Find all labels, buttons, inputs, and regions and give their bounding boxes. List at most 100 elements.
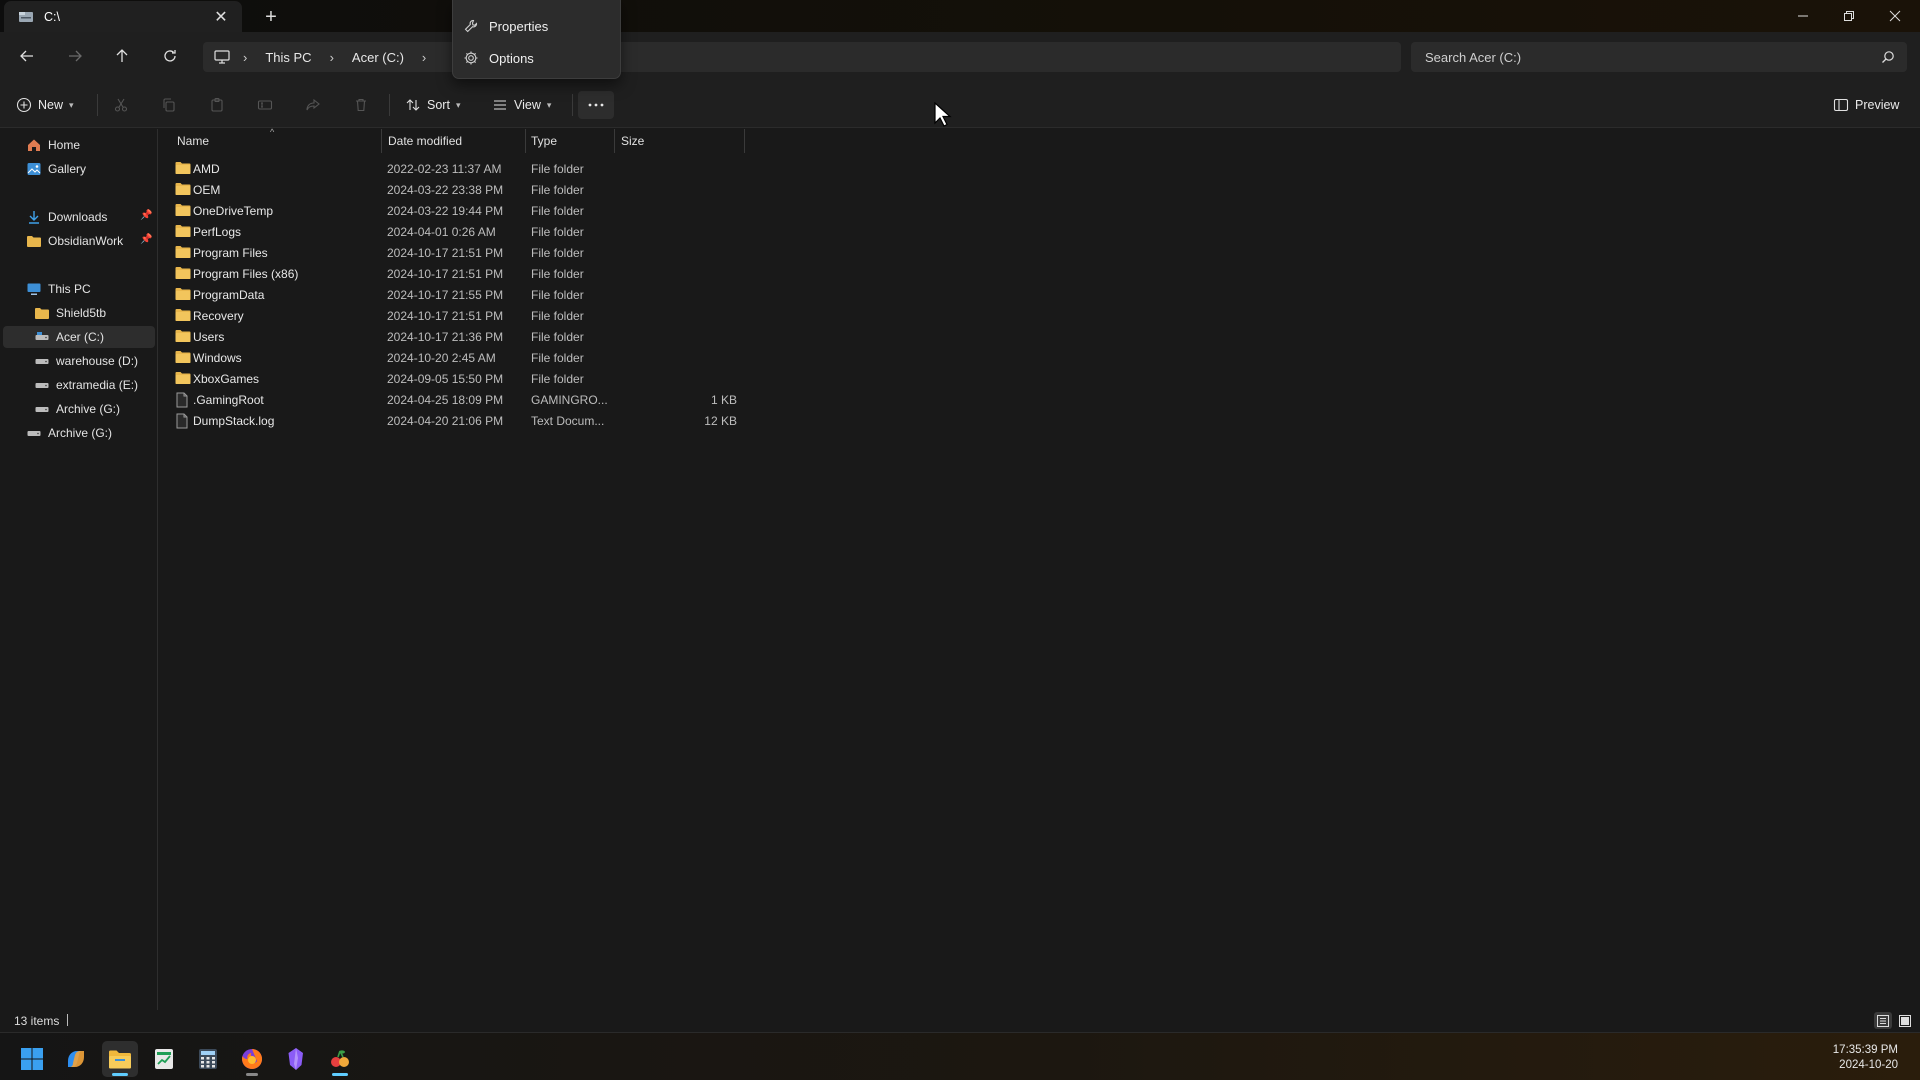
file-date-modified: 2024-10-17 21:55 PM bbox=[387, 288, 504, 302]
file-row[interactable]: DumpStack.log 2024-04-20 21:06 PM Text Doc… bbox=[173, 410, 903, 431]
chevron-down-icon: ▾ bbox=[69, 99, 74, 110]
folder-icon bbox=[175, 161, 191, 175]
see-more-button[interactable] bbox=[578, 91, 614, 119]
file-icon bbox=[175, 392, 189, 408]
close-tab-icon[interactable]: ✕ bbox=[208, 4, 234, 30]
pin-icon[interactable]: 📌 bbox=[140, 210, 152, 221]
column-divider[interactable] bbox=[744, 129, 745, 153]
cut-icon[interactable] bbox=[113, 91, 129, 119]
fruit-app-icon[interactable] bbox=[322, 1041, 358, 1077]
sidebar-item-home[interactable]: Home bbox=[26, 134, 80, 156]
refresh-icon[interactable] bbox=[155, 42, 185, 70]
file-row[interactable]: Windows 2024-10-20 2:45 AM File folder bbox=[173, 347, 903, 368]
delete-icon[interactable] bbox=[353, 91, 369, 119]
drive-icon bbox=[34, 353, 50, 369]
file-type: Text Docum... bbox=[531, 414, 605, 428]
new-button[interactable]: New ▾ bbox=[16, 91, 74, 119]
chevron-right-icon[interactable]: › bbox=[243, 50, 247, 65]
file-row[interactable]: Users 2024-10-17 21:36 PM File folder bbox=[173, 326, 903, 347]
calculator-icon[interactable] bbox=[190, 1041, 226, 1077]
file-name: XboxGames bbox=[193, 372, 260, 386]
file-row[interactable]: OneDriveTemp 2024-03-22 19:44 PM File fold… bbox=[173, 200, 903, 221]
sidebar-item-downloads[interactable]: Downloads bbox=[26, 206, 107, 228]
minimize-icon[interactable] bbox=[1780, 0, 1826, 32]
file-row[interactable]: Recovery 2024-10-17 21:51 PM File folder bbox=[173, 305, 903, 326]
restore-icon[interactable] bbox=[1826, 0, 1872, 32]
new-tab-button[interactable]: + bbox=[258, 4, 284, 30]
menu-item-properties[interactable]: Properties bbox=[463, 12, 548, 40]
file-date-modified: 2022-02-23 11:37 AM bbox=[387, 162, 502, 176]
menu-item-options[interactable]: Options bbox=[463, 44, 534, 72]
file-type: File folder bbox=[531, 246, 584, 260]
file-type: File folder bbox=[531, 267, 584, 281]
copilot-icon[interactable] bbox=[58, 1041, 94, 1077]
file-name: Recovery bbox=[193, 309, 244, 323]
tab-c-drive[interactable]: C:\ ✕ bbox=[4, 1, 242, 32]
back-arrow-icon[interactable] bbox=[12, 42, 42, 70]
view-button[interactable]: View ▾ bbox=[492, 91, 551, 119]
copy-icon[interactable] bbox=[161, 91, 177, 119]
sidebar-item-archive-g-root[interactable]: Archive (G:) bbox=[26, 422, 112, 444]
file-row[interactable]: XboxGames 2024-09-05 15:50 PM File folder bbox=[173, 368, 903, 389]
close-window-icon[interactable] bbox=[1872, 0, 1918, 32]
search-input[interactable]: Search Acer (C:) bbox=[1411, 42, 1907, 72]
sort-button[interactable]: Sort ▾ bbox=[405, 91, 460, 119]
folder-icon bbox=[175, 203, 191, 217]
details-view-icon[interactable] bbox=[1874, 1012, 1892, 1029]
file-date-modified: 2024-10-17 21:36 PM bbox=[387, 330, 504, 344]
file-row[interactable]: Program Files 2024-10-17 21:51 PM File fol… bbox=[173, 242, 903, 263]
paste-icon[interactable] bbox=[209, 91, 225, 119]
sidebar-item-obsidianwork[interactable]: ObsidianWork bbox=[26, 230, 123, 252]
column-header-date[interactable]: Date modified bbox=[388, 129, 462, 153]
chevron-right-icon[interactable]: › bbox=[330, 50, 334, 65]
address-bar[interactable]: › This PC › Acer (C:) › bbox=[203, 42, 1401, 72]
pin-icon[interactable]: 📌 bbox=[140, 234, 152, 245]
sidebar-item-this-pc[interactable]: This PC bbox=[26, 278, 91, 300]
file-row[interactable]: AMD 2022-02-23 11:37 AM File folder bbox=[173, 158, 903, 179]
sidebar-item-extramedia-e[interactable]: extramedia (E:) bbox=[34, 374, 138, 396]
column-divider[interactable] bbox=[525, 129, 526, 153]
file-type: File folder bbox=[531, 183, 584, 197]
sort-label: Sort bbox=[427, 98, 450, 112]
sidebar-item-shield5tb[interactable]: Shield5tb bbox=[34, 302, 106, 324]
breadcrumb-acer-c[interactable]: Acer (C:) bbox=[352, 50, 404, 65]
column-divider[interactable] bbox=[381, 129, 382, 153]
file-row[interactable]: OEM 2024-03-22 23:38 PM File folder bbox=[173, 179, 903, 200]
search-icon[interactable] bbox=[1881, 50, 1895, 64]
monitor-icon[interactable] bbox=[213, 49, 231, 65]
chevron-right-icon[interactable]: › bbox=[422, 50, 426, 65]
sidebar-item-warehouse-d[interactable]: warehouse (D:) bbox=[34, 350, 138, 372]
column-header-name[interactable]: Name bbox=[177, 129, 209, 153]
up-arrow-icon[interactable] bbox=[107, 42, 137, 70]
sidebar-item-archive-g[interactable]: Archive (G:) bbox=[34, 398, 120, 420]
file-row[interactable]: ProgramData 2024-10-17 21:55 PM File folde… bbox=[173, 284, 903, 305]
column-header-size[interactable]: Size bbox=[621, 129, 644, 153]
preview-button[interactable]: Preview bbox=[1833, 91, 1899, 119]
new-label: New bbox=[38, 98, 64, 112]
share-icon[interactable] bbox=[305, 91, 321, 119]
folder-icon bbox=[175, 287, 191, 301]
breadcrumb-this-pc[interactable]: This PC bbox=[265, 50, 311, 65]
obsidian-icon[interactable] bbox=[278, 1041, 314, 1077]
sidebar-item-label: Acer (C:) bbox=[56, 330, 104, 344]
sidebar-item-gallery[interactable]: Gallery bbox=[26, 158, 86, 180]
start-button[interactable] bbox=[14, 1041, 50, 1077]
sidebar-item-acer-c[interactable]: Acer (C:) bbox=[3, 326, 155, 348]
rename-icon[interactable] bbox=[257, 91, 273, 119]
running-indicator bbox=[332, 1073, 348, 1076]
firefox-icon[interactable] bbox=[234, 1041, 270, 1077]
system-clock[interactable]: 17:35:39 PM 2024-10-20 bbox=[1833, 1043, 1898, 1073]
column-header-type[interactable]: Type bbox=[531, 129, 557, 153]
tiles-view-icon[interactable] bbox=[1896, 1012, 1914, 1029]
file-row[interactable]: Program Files (x86) 2024-10-17 21:51 PM Fi… bbox=[173, 263, 903, 284]
file-row[interactable]: PerfLogs 2024-04-01 0:26 AM File folder bbox=[173, 221, 903, 242]
file-size: 12 KB bbox=[704, 414, 737, 428]
column-divider[interactable] bbox=[614, 129, 615, 153]
file-name: Windows bbox=[193, 351, 242, 365]
sidebar-item-label: ObsidianWork bbox=[48, 234, 124, 248]
file-row[interactable]: .GamingRoot 2024-04-25 18:09 PM GAMINGRO..… bbox=[173, 389, 903, 410]
spreadsheet-app-icon[interactable] bbox=[146, 1041, 182, 1077]
file-explorer-taskbar-icon[interactable] bbox=[102, 1041, 138, 1077]
file-date-modified: 2024-03-22 23:38 PM bbox=[387, 183, 504, 197]
forward-arrow-icon[interactable] bbox=[60, 42, 90, 70]
